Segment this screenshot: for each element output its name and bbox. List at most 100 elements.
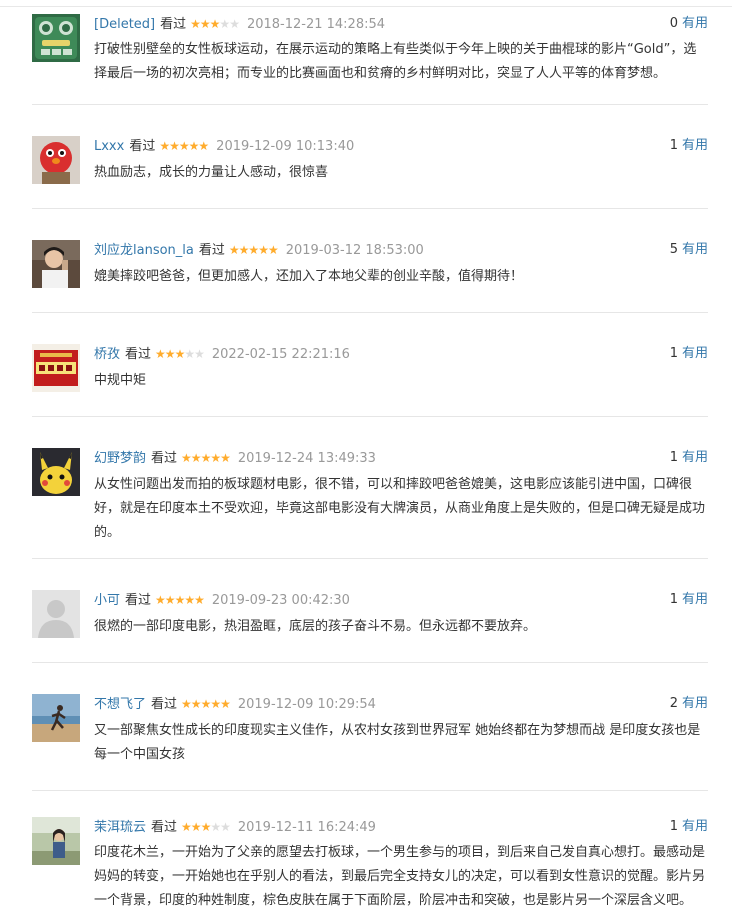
comment-item: [Deleted] 看过 ★★★★★ 2018-12-21 14:28:54 0 有用 … — [32, 0, 708, 105]
star-filled-icon: ★ — [199, 17, 211, 31]
star-filled-icon: ★ — [220, 697, 231, 711]
comment-item: 幻野梦韵 看过 ★★★★★ 2019-12-24 13:49:33 1 有用 从女性问题… — [32, 416, 708, 559]
avatar[interactable] — [32, 817, 80, 865]
star-filled-icon: ★ — [258, 243, 269, 257]
comment-text: 打破性别壁垒的女性板球运动，在展示运动的策略上有些类似于今年上映的关于曲棍球的影… — [94, 42, 697, 81]
vote-count: 1 — [669, 138, 678, 153]
username-link[interactable]: 茉洱琉云 — [94, 820, 146, 835]
comment-item: 茉洱琉云 看过 ★★★★★ 2019-12-11 16:24:49 1 有用 印度花木兰… — [32, 790, 708, 910]
star-filled-icon: ★ — [200, 820, 212, 834]
useful-button[interactable]: 有用 — [682, 592, 708, 607]
avatar-person-photo-icon — [32, 240, 80, 288]
star-filled-icon: ★ — [194, 593, 205, 607]
avatar[interactable] — [32, 14, 80, 62]
avatar[interactable] — [32, 694, 80, 742]
star-empty-icon: ★ — [210, 820, 221, 834]
rating-stars: ★★★★★ — [229, 240, 279, 260]
star-filled-icon: ★ — [181, 697, 192, 711]
comment-text: 很燃的一部印度电影，热泪盈眶，底层的孩子奋斗不易。但永远都不要放弃。 — [94, 619, 537, 634]
vote-count: 1 — [669, 450, 678, 465]
username-link[interactable]: 刘应龙lanson_la — [94, 243, 194, 258]
rating-stars: ★★★★★ — [155, 344, 205, 364]
watched-label: 看过 — [129, 139, 156, 154]
vote-count: 1 — [669, 819, 678, 834]
username-link[interactable]: 幻野梦韵 — [94, 451, 146, 466]
rating-stars: ★★★★★ — [155, 590, 205, 610]
star-filled-icon: ★ — [210, 451, 221, 465]
useful-button[interactable]: 有用 — [682, 819, 708, 834]
star-filled-icon: ★ — [209, 17, 221, 31]
username-link[interactable]: Lxxx — [94, 139, 124, 154]
rating-stars: ★★★★★ — [190, 14, 240, 34]
comment-text: 媲美摔跤吧爸爸，但更加感人，还加入了本地父辈的创业辛酸，值得期待！ — [94, 269, 524, 284]
watched-label: 看过 — [125, 593, 152, 608]
avatar[interactable] — [32, 448, 80, 496]
avatar-girl-outdoor-icon — [32, 817, 80, 865]
comment-time: 2018-12-21 14:28:54 — [246, 17, 386, 32]
username-link[interactable]: 不想飞了 — [94, 697, 146, 712]
star-empty-icon: ★ — [219, 17, 230, 31]
star-filled-icon: ★ — [190, 451, 202, 465]
vote-area: 1 有用 — [670, 817, 708, 837]
star-empty-icon: ★ — [220, 820, 231, 834]
useful-button[interactable]: 有用 — [682, 16, 708, 31]
username-link[interactable]: 小可 — [94, 593, 120, 608]
avatar-red-elmo-icon — [32, 136, 80, 184]
star-filled-icon: ★ — [155, 347, 166, 361]
star-filled-icon: ★ — [267, 243, 279, 257]
comment-time: 2022-02-15 22:21:16 — [211, 347, 350, 362]
vote-count: 5 — [669, 242, 678, 257]
comment-time: 2019-09-23 00:42:30 — [211, 593, 350, 608]
vote-area: 1 有用 — [670, 136, 708, 156]
comment-time: 2019-03-12 18:53:00 — [285, 243, 424, 258]
star-filled-icon: ★ — [190, 820, 202, 834]
star-filled-icon: ★ — [164, 593, 176, 607]
useful-button[interactable]: 有用 — [682, 346, 708, 361]
star-filled-icon: ★ — [198, 139, 209, 153]
vote-area: 2 有用 — [670, 694, 708, 714]
vote-area: 1 有用 — [670, 344, 708, 364]
star-filled-icon: ★ — [155, 593, 166, 607]
star-filled-icon: ★ — [200, 451, 212, 465]
vote-count: 1 — [669, 346, 678, 361]
avatar[interactable] — [32, 240, 80, 288]
star-filled-icon: ★ — [248, 243, 259, 257]
star-filled-icon: ★ — [178, 139, 190, 153]
star-filled-icon: ★ — [174, 593, 186, 607]
username-link[interactable]: [Deleted] — [94, 17, 155, 32]
star-filled-icon: ★ — [184, 593, 195, 607]
rating-stars: ★★★★★ — [181, 694, 231, 714]
vote-count: 1 — [669, 592, 678, 607]
avatar[interactable] — [32, 136, 80, 184]
avatar-pikachu-icon — [32, 448, 80, 496]
star-filled-icon: ★ — [190, 17, 201, 31]
star-empty-icon: ★ — [184, 347, 195, 361]
watched-label: 看过 — [125, 347, 152, 362]
rating-stars: ★★★★★ — [181, 817, 231, 837]
avatar[interactable] — [32, 344, 80, 392]
username-link[interactable]: 桥孜 — [94, 347, 120, 362]
star-filled-icon: ★ — [181, 451, 192, 465]
useful-button[interactable]: 有用 — [682, 450, 708, 465]
avatar-green-device-icon — [32, 14, 80, 62]
star-filled-icon: ★ — [190, 697, 202, 711]
comment-item: 桥孜 看过 ★★★★★ 2022-02-15 22:21:16 1 有用 中规中矩 — [32, 312, 708, 417]
useful-button[interactable]: 有用 — [682, 242, 708, 257]
comment-time: 2019-12-24 13:49:33 — [237, 451, 376, 466]
avatar-beach-runner-icon — [32, 694, 80, 742]
star-filled-icon: ★ — [174, 347, 186, 361]
useful-button[interactable]: 有用 — [682, 138, 708, 153]
comment-time: 2019-12-11 16:24:49 — [237, 820, 376, 835]
avatar-red-label-icon — [32, 344, 80, 392]
avatar[interactable] — [32, 590, 80, 638]
star-filled-icon: ★ — [220, 451, 231, 465]
star-filled-icon: ★ — [210, 697, 221, 711]
watched-label: 看过 — [151, 820, 178, 835]
rating-stars: ★★★★★ — [159, 136, 209, 156]
comment-item: 小可 看过 ★★★★★ 2019-09-23 00:42:30 1 有用 很燃的一部印度… — [32, 558, 708, 663]
useful-button[interactable]: 有用 — [682, 696, 708, 711]
comment-item: Lxxx 看过 ★★★★★ 2019-12-09 10:13:40 1 有用 热血励志，… — [32, 104, 708, 209]
comment-text: 从女性问题出发而拍的板球题材电影，很不错，可以和摔跤吧爸爸媲美，这电影应该能引进… — [94, 477, 706, 540]
avatar-default-gray-icon — [32, 590, 80, 638]
watched-label: 看过 — [198, 243, 225, 258]
